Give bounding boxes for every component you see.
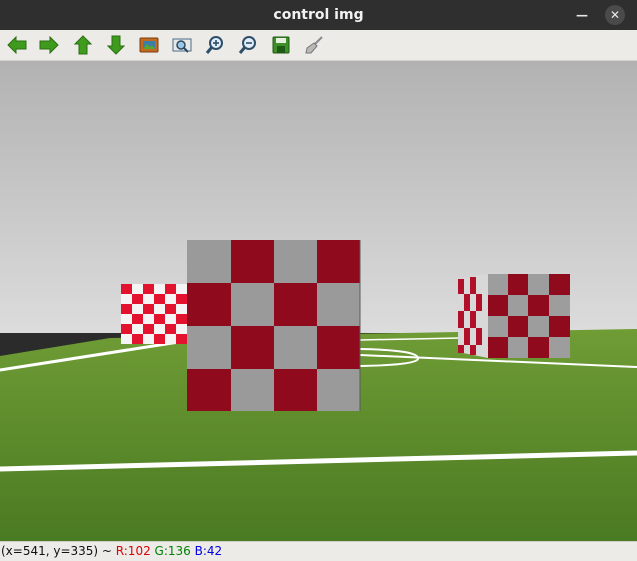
minimize-button[interactable]: — [572,5,592,25]
save-button[interactable] [270,34,292,56]
status-bar: (x=541, y=335) ~ R:102 G:136 B:42 [0,541,637,561]
clear-button[interactable] [303,34,325,56]
pan-left-button[interactable] [6,34,28,56]
toolbar [0,30,637,61]
minimize-icon: — [576,8,588,22]
green-value: G:136 [154,544,191,558]
zoom-fit-button[interactable] [171,34,193,56]
down-arrow-icon [107,35,125,55]
window-title: control img [273,7,364,23]
back-arrow-icon [7,36,27,54]
zoom-out-icon [238,36,256,54]
zoom-in-icon [205,36,223,54]
zoom-fit-icon [172,38,192,53]
image-canvas[interactable] [0,61,637,541]
zoom-reset-button[interactable] [138,34,160,56]
pan-right-button[interactable] [38,34,60,56]
left-checker-cube [121,284,187,344]
cursor-coordinates: (x=541, y=335) ~ [1,544,116,558]
red-value: R:102 [115,544,151,558]
close-button[interactable]: ✕ [605,5,625,25]
close-icon: ✕ [609,8,621,22]
pan-up-button[interactable] [72,34,94,56]
zoom-out-button[interactable] [237,34,259,56]
app-window: control img — ✕ (x=541, y=335) ~ R:102 G… [0,0,637,561]
right-checker-cube [458,274,570,358]
zoom-in-button[interactable] [204,34,226,56]
brush-icon [305,36,323,54]
save-icon [272,36,290,54]
pan-down-button[interactable] [105,34,127,56]
up-arrow-icon [74,35,92,55]
center-checker-cube [187,240,361,411]
title-bar: control img — ✕ [0,0,637,30]
forward-arrow-icon [39,36,59,54]
image-icon [139,37,159,53]
blue-value: B:42 [194,544,223,558]
